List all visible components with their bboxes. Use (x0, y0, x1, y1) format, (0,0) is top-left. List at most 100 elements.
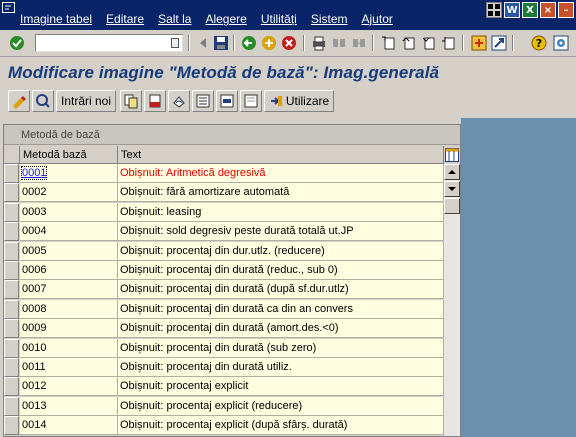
cell-text[interactable]: Obișnuit: sold degresiv peste durată tot… (118, 222, 444, 242)
customize-layout-icon[interactable] (552, 34, 570, 52)
menu-item-1[interactable]: Editare (106, 12, 144, 26)
table-row[interactable]: 0005 Obișnuit: procentaj din dur.utlz. (r… (4, 241, 444, 261)
cell-text[interactable]: Obișnuit: procentaj din durată (reduc., … (118, 260, 444, 280)
first-page-icon[interactable] (380, 34, 398, 52)
print-icon[interactable] (310, 34, 328, 52)
table-row[interactable]: 0013 Obișnuit: procentaj explicit (reduce… (4, 396, 444, 416)
table-row[interactable]: 0010 Obișnuit: procentaj din durată (sub … (4, 338, 444, 358)
cell-text[interactable]: Obișnuit: procentaj din durată ca din an… (118, 299, 444, 319)
row-selector[interactable] (4, 377, 19, 397)
cell-text[interactable]: Obișnuit: procentaj din durată utiliz. (118, 357, 444, 377)
save-icon[interactable] (212, 34, 230, 52)
cell-method-code[interactable]: 0011 (20, 357, 118, 377)
next-page-icon[interactable] (420, 34, 438, 52)
excel-icon[interactable]: X (522, 2, 538, 18)
table-row[interactable]: 0012 Obișnuit: procentaj explicit (4, 377, 444, 397)
cell-method-code[interactable]: 0010 (20, 338, 118, 358)
cell-text[interactable]: Obișnuit: fără amortizare automată (118, 183, 444, 203)
menu-item-6[interactable]: Ajutor (362, 12, 393, 26)
cell-method-code[interactable]: 0002 (20, 183, 118, 203)
row-selector[interactable] (4, 338, 19, 358)
cell-text[interactable]: Obișnuit: procentaj explicit (118, 377, 444, 397)
table-row[interactable]: 0006 Obișnuit: procentaj din durată (redu… (4, 260, 444, 280)
menu-item-5[interactable]: Sistem (311, 12, 348, 26)
cell-method-code[interactable]: 0007 (20, 280, 118, 300)
cell-method-code[interactable]: 0009 (20, 319, 118, 339)
cell-method-code[interactable]: 0008 (20, 299, 118, 319)
table-row[interactable]: 0004 Obișnuit: sold degresiv peste durată… (4, 222, 444, 242)
word-icon[interactable]: W (504, 2, 520, 18)
menu-item-2[interactable]: Salt la (158, 12, 191, 26)
row-selector[interactable] (4, 183, 19, 203)
table-row[interactable]: 0009 Obișnuit: procentaj din durată (amor… (4, 319, 444, 339)
cell-text[interactable]: Obișnuit: Aritmetică degresivă (118, 164, 444, 183)
cell-text[interactable]: Obișnuit: procentaj explicit (reducere) (118, 396, 444, 416)
back-arrow-icon[interactable] (194, 34, 212, 52)
vertical-scrollbar[interactable] (444, 164, 460, 436)
table-row[interactable]: 0011 Obișnuit: procentaj din durată utili… (4, 357, 444, 377)
cell-text[interactable]: Obișnuit: procentaj din durată (amort.de… (118, 319, 444, 339)
layout-icon[interactable] (486, 2, 502, 18)
close-icon[interactable]: × (540, 2, 556, 18)
cell-method-code[interactable]: 0003 (20, 202, 118, 222)
scroll-up-icon[interactable] (444, 164, 460, 180)
utilities-button[interactable]: Utilizare (264, 90, 334, 112)
menu-item-4[interactable]: Utilități (261, 12, 297, 26)
command-field-dropdown-icon[interactable] (171, 38, 179, 48)
delete-icon[interactable] (144, 90, 166, 112)
system-menu-icon[interactable] (2, 2, 16, 14)
menu-item-3[interactable]: Alegere (205, 12, 246, 26)
cell-method-code[interactable]: 0013 (20, 396, 118, 416)
column-header-method[interactable]: Metodă bază (20, 146, 118, 164)
cell-text[interactable]: Obișnuit: leasing (118, 202, 444, 222)
cell-text[interactable]: Obișnuit: procentaj din dur.utlz. (reduc… (118, 241, 444, 261)
cancel-icon[interactable] (280, 34, 298, 52)
row-selector[interactable] (4, 202, 19, 222)
table-row[interactable]: 0002 Obișnuit: fără amortizare automată (4, 183, 444, 203)
select-block-icon[interactable] (216, 90, 238, 112)
other-view-icon[interactable] (32, 90, 54, 112)
cell-method-code[interactable]: 0001 (20, 164, 118, 183)
copy-as-icon[interactable] (120, 90, 142, 112)
select-all-column[interactable] (4, 146, 20, 164)
row-selector[interactable] (4, 416, 19, 436)
row-selector[interactable] (4, 299, 19, 319)
table-row[interactable]: 0007 Obișnuit: procentaj din durată (după… (4, 280, 444, 300)
row-selector[interactable] (4, 241, 19, 261)
column-header-text[interactable]: Text (118, 146, 444, 164)
cell-text[interactable]: Obișnuit: procentaj din durată (sub zero… (118, 338, 444, 358)
deselect-all-icon[interactable] (240, 90, 262, 112)
table-row[interactable]: 0003 Obișnuit: leasing (4, 202, 444, 222)
enter-check-icon[interactable] (8, 34, 26, 52)
find-icon[interactable] (330, 34, 348, 52)
table-row[interactable]: 0008 Obișnuit: procentaj din durată ca di… (4, 299, 444, 319)
cell-method-code[interactable]: 0014 (20, 416, 118, 436)
row-selector[interactable] (4, 222, 19, 242)
cell-method-code[interactable]: 0012 (20, 377, 118, 397)
cell-method-code[interactable]: 0005 (20, 241, 118, 261)
command-field[interactable] (35, 34, 183, 52)
display-change-icon[interactable] (8, 90, 30, 112)
table-row[interactable]: 0014 Obișnuit: procentaj explicit (după s… (4, 416, 444, 436)
undo-change-icon[interactable] (168, 90, 190, 112)
table-settings-icon[interactable] (444, 146, 460, 164)
row-selector[interactable] (4, 357, 19, 377)
minimize-icon[interactable]: – (558, 2, 574, 18)
row-selector[interactable] (4, 164, 19, 183)
last-page-icon[interactable] (440, 34, 458, 52)
scroll-down-icon[interactable] (444, 181, 460, 197)
row-selector[interactable] (4, 319, 19, 339)
select-all-icon[interactable] (192, 90, 214, 112)
scroll-thumb[interactable] (444, 198, 460, 214)
previous-page-icon[interactable] (400, 34, 418, 52)
back-icon[interactable] (240, 34, 258, 52)
shortcut-icon[interactable] (490, 34, 508, 52)
find-next-icon[interactable] (350, 34, 368, 52)
help-icon[interactable]: ? (530, 34, 548, 52)
cell-method-code[interactable]: 0006 (20, 260, 118, 280)
new-entries-button[interactable]: Intrări noi (56, 90, 116, 112)
row-selector[interactable] (4, 396, 19, 416)
cell-text[interactable]: Obișnuit: procentaj explicit (după sfârș… (118, 416, 444, 436)
cell-method-code[interactable]: 0004 (20, 222, 118, 242)
exit-icon[interactable] (260, 34, 278, 52)
